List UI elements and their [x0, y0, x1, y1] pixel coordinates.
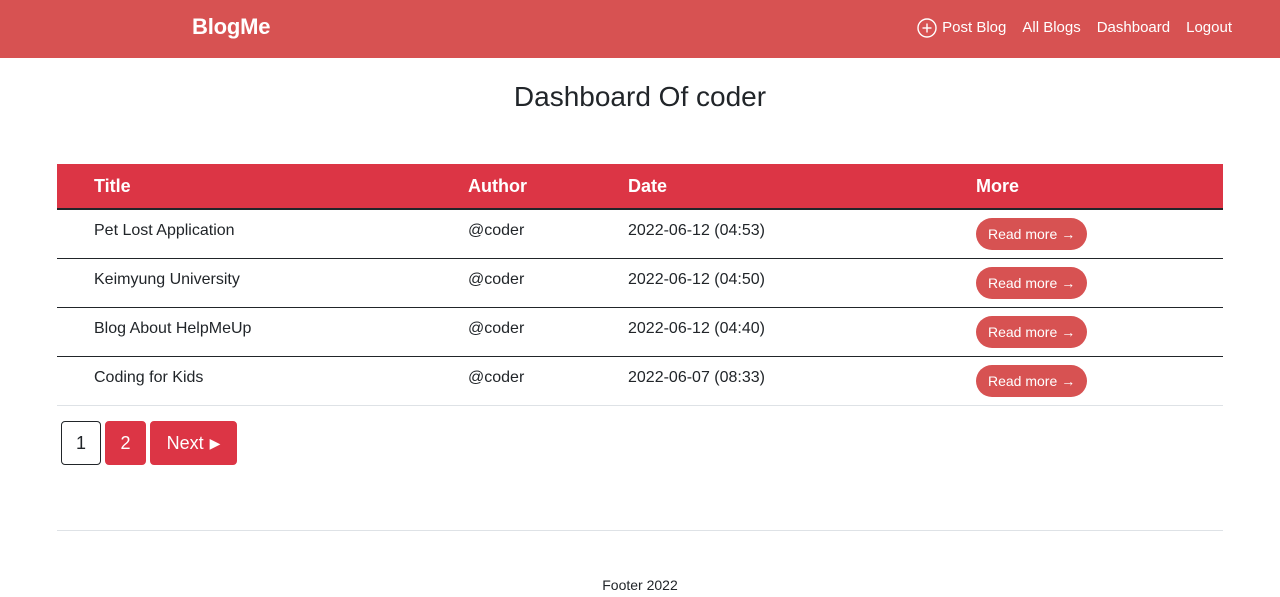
- blog-author: @coder: [468, 368, 525, 386]
- nav-all-blogs[interactable]: All Blogs: [1022, 18, 1080, 38]
- nav-logout[interactable]: Logout: [1186, 18, 1232, 38]
- read-more-label: Read more: [988, 323, 1058, 340]
- read-more-label: Read more: [988, 274, 1058, 291]
- pagination: 1 2 Next ▶: [61, 421, 241, 465]
- blog-title: Keimyung University: [94, 270, 240, 288]
- blog-date: 2022-06-12 (04:50): [628, 270, 765, 288]
- play-right-icon: ▶: [209, 434, 221, 451]
- page-title: Dashboard Of coder: [513, 81, 767, 112]
- read-more-button[interactable]: Read more →: [976, 218, 1088, 250]
- nav-post-blog[interactable]: Post Blog: [917, 18, 1006, 38]
- table-row: Keimyung University @coder 2022-06-12 (0…: [57, 258, 1223, 308]
- blog-date: 2022-06-12 (04:53): [628, 222, 765, 239]
- blog-author: @coder: [468, 222, 525, 239]
- column-header-date: Date: [628, 164, 976, 210]
- blog-title: Pet Lost Application: [94, 222, 235, 239]
- nav-links: Post Blog All Blogs Dashboard Logout: [917, 18, 1232, 38]
- blog-date: 2022-06-07 (08:33): [628, 368, 765, 386]
- table-row: Coding for Kids @coder 2022-06-07 (08:33…: [57, 356, 1223, 406]
- arrow-right-icon: →: [1061, 372, 1076, 389]
- read-more-button[interactable]: Read more →: [976, 266, 1088, 299]
- table-header-row: Title Author Date More: [57, 164, 1223, 210]
- page-button-1[interactable]: 1: [61, 421, 101, 465]
- page-button-2[interactable]: 2: [105, 421, 146, 465]
- nav-post-blog-label: Post Blog: [942, 19, 1007, 36]
- read-more-label: Read more: [988, 372, 1058, 389]
- footer-text: Footer 2022: [602, 577, 678, 593]
- footer-divider: [57, 530, 1223, 531]
- table-row: Blog About HelpMeUp @coder 2022-06-12 (0…: [57, 307, 1223, 357]
- next-page-label: Next: [166, 432, 204, 453]
- arrow-right-icon: →: [1061, 226, 1076, 242]
- navbar: BlogMe Post Blog All Blogs Dashboard Log…: [0, 0, 1280, 58]
- blog-title: Coding for Kids: [94, 368, 204, 386]
- blog-date: 2022-06-12 (04:40): [628, 319, 765, 337]
- column-header-author: Author: [468, 164, 628, 210]
- brand-logo[interactable]: BlogMe: [192, 14, 270, 40]
- plus-circle-icon: [917, 18, 937, 38]
- read-more-label: Read more: [988, 226, 1058, 242]
- next-page-button[interactable]: Next ▶: [150, 421, 237, 465]
- column-header-more: More: [976, 164, 1223, 210]
- table-row: Pet Lost Application @coder 2022-06-12 (…: [57, 209, 1223, 259]
- blog-table: Title Author Date More Pet Lost Applicat…: [57, 164, 1223, 406]
- arrow-right-icon: →: [1061, 323, 1076, 340]
- blog-title: Blog About HelpMeUp: [94, 319, 252, 337]
- blog-author: @coder: [468, 270, 525, 288]
- nav-dashboard[interactable]: Dashboard: [1097, 18, 1170, 38]
- arrow-right-icon: →: [1061, 274, 1076, 291]
- column-header-title: Title: [57, 164, 468, 210]
- blog-author: @coder: [468, 319, 525, 337]
- read-more-button[interactable]: Read more →: [976, 364, 1088, 397]
- read-more-button[interactable]: Read more →: [976, 315, 1088, 348]
